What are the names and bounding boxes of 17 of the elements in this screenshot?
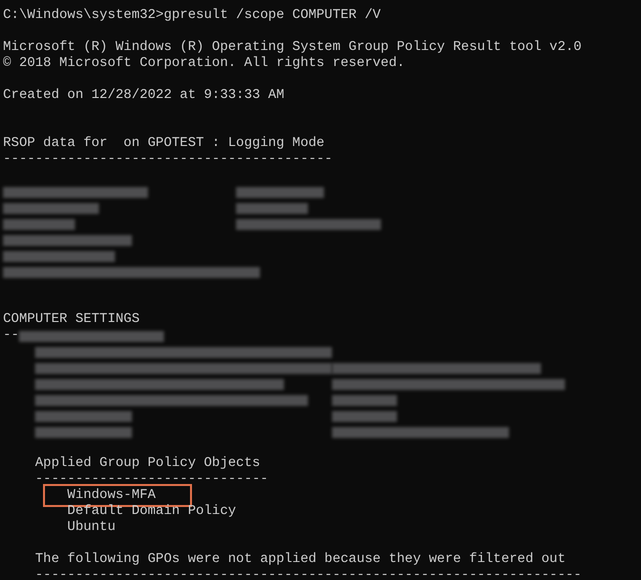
redacted-text — [332, 411, 397, 422]
console-text: -------------------------------------------------------------------- — [34, 568, 582, 580]
console-text: Microsoft (R) Windows (R) Operating System Group Policy Result tool v2.0 — [3, 40, 582, 56]
console-text: -- — [3, 328, 20, 344]
console-text: Applied Group Policy Objects — [34, 456, 260, 472]
console-text: Ubuntu — [66, 520, 116, 536]
console-text: The following GPOs were not applied because they were filtered out — [34, 552, 566, 568]
console-text: ----------------------------- — [34, 472, 268, 488]
console-text: RSOP data for on GPOTEST : Logging Mode — [3, 136, 324, 152]
redacted-text — [332, 395, 397, 406]
console-text: Created on 12/28/2022 at 9:33:33 AM — [3, 88, 284, 104]
console-text: C:\Windows\system32>gpresult /scope COMPUTER /V — [3, 8, 381, 24]
console-text: © 2018 Microsoft Corporation. All rights reserved. — [3, 56, 405, 72]
console-text: Windows-MFA — [66, 488, 156, 504]
console-text: ----------------------------------------- — [3, 152, 332, 168]
console-text: Default Domain Policy — [66, 504, 236, 520]
console-text: COMPUTER SETTINGS — [3, 312, 140, 328]
